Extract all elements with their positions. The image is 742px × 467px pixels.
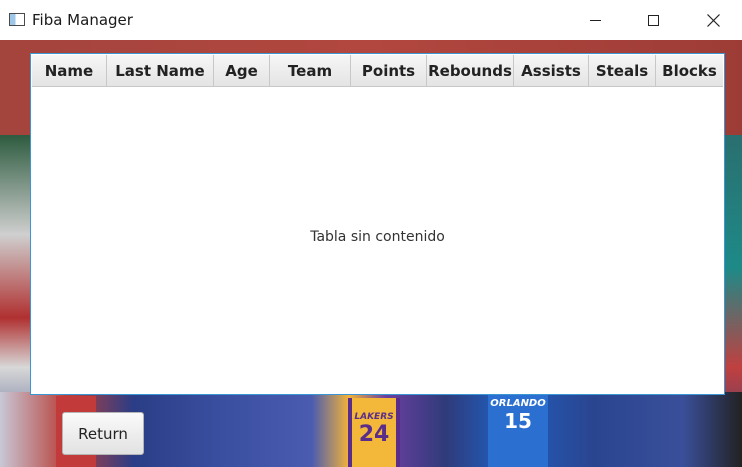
column-header-rebounds[interactable]: Rebounds xyxy=(427,55,514,86)
column-header-blocks[interactable]: Blocks xyxy=(656,55,723,86)
poster-orlando-jersey: ORLANDO 15 xyxy=(488,392,548,467)
window-title: Fiba Manager xyxy=(32,11,133,29)
table-header-row: Name Last Name Age Team Points Rebounds … xyxy=(32,55,723,87)
column-header-name[interactable]: Name xyxy=(32,55,107,86)
column-header-points[interactable]: Points xyxy=(351,55,427,86)
maximize-button[interactable] xyxy=(624,0,682,40)
orlando-jersey-number: 15 xyxy=(504,409,532,433)
poster-lakers-jersey: LAKERS 24 xyxy=(348,398,400,467)
column-header-team[interactable]: Team xyxy=(270,55,351,86)
column-header-assists[interactable]: Assists xyxy=(514,55,589,86)
empty-table-message: Tabla sin contenido xyxy=(310,229,445,245)
column-header-last-name[interactable]: Last Name xyxy=(107,55,214,86)
return-button[interactable]: Return xyxy=(62,412,144,455)
title-bar: Fiba Manager xyxy=(0,0,742,40)
column-header-steals[interactable]: Steals xyxy=(589,55,656,86)
app-window-icon xyxy=(9,13,25,26)
minimize-button[interactable] xyxy=(566,0,624,40)
close-button[interactable] xyxy=(684,0,742,40)
lakers-jersey-text: LAKERS xyxy=(354,412,394,422)
column-header-age[interactable]: Age xyxy=(214,55,270,86)
close-icon xyxy=(706,13,720,27)
app-window: Fiba Manager LAKERS 24 ORLANDO 15 Name L… xyxy=(0,0,742,467)
lakers-jersey-number: 24 xyxy=(358,422,390,447)
minimize-icon xyxy=(589,19,601,21)
maximize-icon xyxy=(647,14,659,26)
players-table[interactable]: Name Last Name Age Team Points Rebounds … xyxy=(30,53,725,395)
